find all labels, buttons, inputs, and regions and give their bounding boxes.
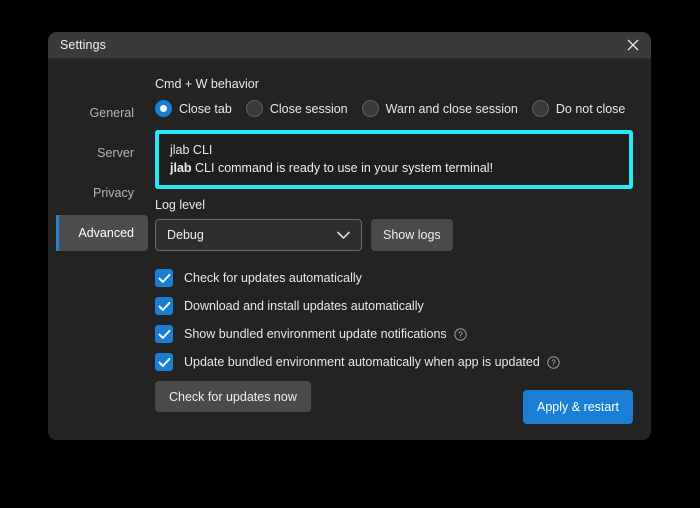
close-icon xyxy=(627,39,639,51)
check-icon xyxy=(158,301,170,311)
chevron-down-icon xyxy=(336,231,351,240)
log-level-value: Debug xyxy=(167,228,204,242)
radio-icon xyxy=(531,100,549,117)
apply-wrapper: Apply & restart xyxy=(523,390,633,424)
radio-label: Close session xyxy=(269,101,348,116)
apply-and-restart-button[interactable]: Apply & restart xyxy=(523,390,633,424)
checkbox-label: Update bundled environment automatically… xyxy=(184,355,540,369)
log-level-label: Log level xyxy=(155,198,206,212)
checkbox-download-and-install-updates-automatically[interactable]: Download and install updates automatical… xyxy=(155,297,633,315)
checkbox-label: Download and install updates automatical… xyxy=(184,299,424,313)
updates-checkbox-list: Check for updates automatically Download… xyxy=(155,269,633,371)
help-icon[interactable]: ? xyxy=(547,355,560,369)
radio-label: Do not close xyxy=(555,101,626,116)
sidebar-item-advanced[interactable]: Advanced xyxy=(56,215,148,251)
sidebar-item-label: General xyxy=(89,106,134,120)
checkbox-icon xyxy=(155,269,173,287)
checkbox-update-bundled-environment-automatically[interactable]: Update bundled environment automatically… xyxy=(155,353,633,371)
radio-option-close-session[interactable]: Close session xyxy=(245,100,348,117)
close-window-button[interactable] xyxy=(615,32,651,58)
radio-icon xyxy=(155,100,172,117)
settings-sidebar: General Server Privacy Advanced xyxy=(48,59,148,440)
sidebar-item-privacy[interactable]: Privacy xyxy=(48,175,148,211)
radio-icon xyxy=(245,100,263,117)
sidebar-item-general[interactable]: General xyxy=(48,95,148,131)
checkbox-check-for-updates-automatically[interactable]: Check for updates automatically xyxy=(155,269,633,287)
jlab-cli-heading: jlab CLI xyxy=(170,143,213,157)
help-icon[interactable]: ? xyxy=(453,327,467,341)
radio-option-close-tab[interactable]: Close tab xyxy=(155,100,232,117)
show-logs-button[interactable]: Show logs xyxy=(371,219,453,251)
cmd-w-radio-group: Close tab Close session Warn and close s… xyxy=(155,100,633,117)
settings-content: Cmd + W behavior Close tab Close session… xyxy=(148,59,651,440)
check-icon xyxy=(158,357,170,367)
window-titlebar: Settings xyxy=(48,32,651,59)
checkbox-label: Check for updates automatically xyxy=(184,271,362,285)
cmd-w-behavior-label: Cmd + W behavior xyxy=(155,77,259,91)
settings-body: General Server Privacy Advanced Cmd + W … xyxy=(48,59,651,440)
log-level-row: Debug Show logs xyxy=(155,219,633,251)
check-for-updates-now-button[interactable]: Check for updates now xyxy=(155,381,311,412)
jlab-cli-message-bold: jlab xyxy=(170,161,192,175)
jlab-cli-highlight-box: jlab CLI jlab CLI command is ready to us… xyxy=(155,130,633,189)
radio-option-do-not-close[interactable]: Do not close xyxy=(531,100,626,117)
sidebar-item-server[interactable]: Server xyxy=(48,135,148,171)
jlab-cli-message: jlab CLI command is ready to use in your… xyxy=(170,161,618,175)
check-icon xyxy=(158,273,170,283)
jlab-cli-message-rest: CLI command is ready to use in your syst… xyxy=(191,161,494,175)
log-level-select[interactable]: Debug xyxy=(155,219,362,251)
check-icon xyxy=(158,329,170,339)
svg-text:?: ? xyxy=(551,358,556,367)
radio-label: Close tab xyxy=(179,101,232,116)
checkbox-label: Show bundled environment update notifica… xyxy=(184,327,447,341)
checkbox-icon xyxy=(155,353,173,371)
checkbox-icon xyxy=(155,297,173,315)
checkbox-show-bundled-environment-update-notifications[interactable]: Show bundled environment update notifica… xyxy=(155,325,633,343)
question-circle-icon: ? xyxy=(453,327,467,341)
radio-label: Warn and close session xyxy=(385,101,518,116)
sidebar-item-label: Advanced xyxy=(78,226,134,240)
sidebar-item-label: Privacy xyxy=(93,186,134,200)
svg-text:?: ? xyxy=(458,330,463,339)
radio-icon xyxy=(361,100,379,117)
question-circle-icon: ? xyxy=(547,355,560,369)
settings-window: Settings General Server Privacy Advanced xyxy=(48,32,651,440)
radio-option-warn-and-close-session[interactable]: Warn and close session xyxy=(361,100,518,117)
sidebar-item-label: Server xyxy=(97,146,134,160)
window-title: Settings xyxy=(60,38,106,52)
checkbox-icon xyxy=(155,325,173,343)
